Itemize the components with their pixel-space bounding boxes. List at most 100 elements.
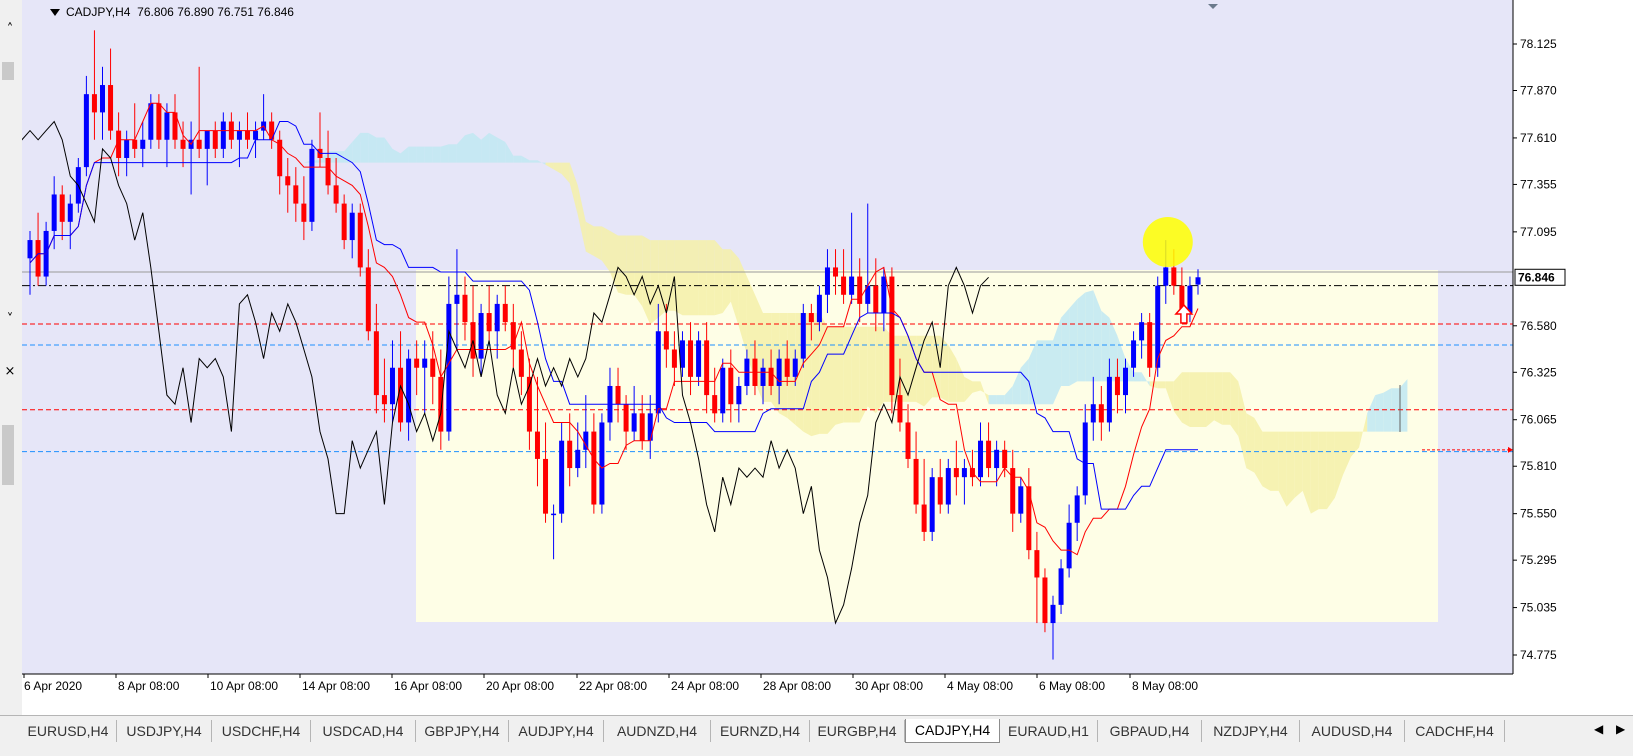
- cloud-segment: [851, 326, 860, 423]
- cloud-segment: [996, 395, 1005, 405]
- cloud-segment: [819, 313, 828, 434]
- time-tick-label: 4 May 08:00: [947, 679, 1013, 693]
- cloud-segment: [513, 155, 522, 163]
- candle-body: [551, 513, 557, 516]
- cloud-segment: [360, 132, 369, 163]
- candle-body: [623, 404, 629, 432]
- candle-body: [277, 139, 283, 177]
- candle-body: [905, 422, 911, 459]
- candle-body: [1171, 267, 1177, 286]
- cloud-segment: [988, 395, 997, 405]
- candle-body: [212, 130, 218, 149]
- tab-nzdjpy-h4[interactable]: NZDJPY,H4: [1202, 720, 1300, 742]
- candle-body: [833, 267, 839, 277]
- cloud-segment: [1036, 340, 1045, 405]
- cloud-segment: [1214, 372, 1223, 425]
- tab-cadjpy-h4[interactable]: CADJPY,H4: [905, 719, 1000, 743]
- candle-body: [422, 358, 428, 368]
- tab-audusd-h4[interactable]: AUDUSD,H4: [1300, 720, 1405, 742]
- price-tick-label: 78.125: [1520, 37, 1557, 51]
- candle-body: [99, 85, 105, 113]
- price-tick-label: 77.355: [1520, 177, 1557, 191]
- candle-body: [688, 340, 694, 377]
- candle-body: [51, 194, 57, 231]
- tab-euraud-h1[interactable]: EURAUD,H1: [1000, 720, 1098, 742]
- tab-eurusd-h4[interactable]: EURUSD,H4: [20, 720, 117, 742]
- panel-scroll-thumb[interactable]: [2, 425, 14, 485]
- candle-body: [309, 148, 315, 222]
- candle-body: [1050, 604, 1056, 624]
- cloud-segment: [674, 240, 683, 316]
- cloud-segment: [585, 221, 594, 256]
- candle-body: [285, 176, 291, 186]
- price-tick-label: 77.095: [1520, 225, 1557, 239]
- candle-body: [140, 139, 146, 149]
- candle-body: [1123, 367, 1129, 396]
- candle-body: [204, 130, 210, 149]
- candle-body: [502, 303, 508, 323]
- cloud-segment: [1286, 431, 1295, 507]
- candle-body: [462, 294, 468, 323]
- candle-body: [381, 395, 387, 405]
- candle-body: [357, 212, 363, 268]
- tab-gbpjpy-h4[interactable]: GBPJPY,H4: [416, 720, 509, 742]
- tab-audjpy-h4[interactable]: AUDJPY,H4: [509, 720, 604, 742]
- arrow-right-icon[interactable]: ▶: [1616, 722, 1625, 736]
- time-tick-label: 8 Apr 08:00: [118, 679, 180, 693]
- candle-body: [365, 267, 371, 332]
- tab-usdjpy-h4[interactable]: USDJPY,H4: [117, 720, 212, 742]
- scroll-thumb[interactable]: [2, 62, 14, 80]
- cloud-segment: [1399, 379, 1408, 432]
- candle-body: [543, 458, 549, 514]
- candle-body: [567, 440, 573, 469]
- price-tick-label: 75.295: [1520, 553, 1557, 567]
- cloud-segment: [698, 240, 707, 316]
- candle-body: [631, 413, 637, 432]
- cloud-segment: [1061, 308, 1070, 386]
- tab-audnzd-h4[interactable]: AUDNZD,H4: [604, 720, 711, 742]
- chevron-down-icon[interactable]: ˅: [2, 312, 18, 328]
- candle-body: [768, 367, 774, 386]
- tab-usdcad-h4[interactable]: USDCAD,H4: [311, 720, 416, 742]
- tab-eurgbp-h4[interactable]: EURGBP,H4: [810, 720, 905, 742]
- close-icon[interactable]: ×: [2, 364, 18, 380]
- tab-eurnzd-h4[interactable]: EURNZD,H4: [711, 720, 810, 742]
- arrow-left-icon[interactable]: ◀: [1594, 722, 1603, 736]
- candle-body: [986, 440, 992, 469]
- cloud-segment: [666, 240, 675, 311]
- cloud-segment: [489, 132, 498, 163]
- cloud-segment: [811, 313, 820, 437]
- cloud-segment: [1189, 372, 1198, 427]
- price-chart[interactable]: 78.125 77.870 77.610 77.355 77.095 76.580 76.3…: [22, 0, 1633, 715]
- chart-window[interactable]: 78.125 77.870 77.610 77.355 77.095 76.580 76.3…: [22, 0, 1633, 715]
- cloud-segment: [1157, 381, 1166, 389]
- candle-body: [406, 358, 412, 423]
- candle-body: [728, 367, 734, 405]
- cloud-segment: [416, 146, 425, 163]
- cloud-segment: [1181, 372, 1190, 427]
- tab-gbpaud-h4[interactable]: GBPAUD,H4: [1098, 720, 1202, 742]
- cloud-segment: [368, 132, 377, 163]
- candle-body: [720, 367, 726, 414]
- candle-body: [1066, 522, 1072, 569]
- time-tick-label: 20 Apr 08:00: [486, 679, 554, 693]
- tab-usdchf-h4[interactable]: USDCHF,H4: [212, 720, 311, 742]
- candle-body: [953, 468, 959, 478]
- candle-body: [800, 313, 806, 359]
- tab-cadchf-h4[interactable]: CADCHF,H4: [1405, 720, 1505, 742]
- candle-body: [994, 449, 1000, 469]
- chevron-up-icon[interactable]: ˄: [2, 22, 18, 38]
- dropdown-triangle-icon[interactable]: [50, 9, 60, 17]
- candle-body: [1114, 376, 1120, 396]
- cloud-segment: [408, 146, 417, 163]
- candle-body: [494, 303, 500, 332]
- candle-body: [784, 358, 790, 377]
- cloud-segment: [1101, 310, 1110, 382]
- candle-body: [244, 130, 250, 140]
- candle-body: [1131, 340, 1137, 368]
- candle-body: [712, 395, 718, 414]
- cloud-segment: [875, 326, 884, 414]
- candle-body: [647, 413, 653, 441]
- candle-body: [373, 331, 379, 396]
- candle-body: [414, 358, 420, 368]
